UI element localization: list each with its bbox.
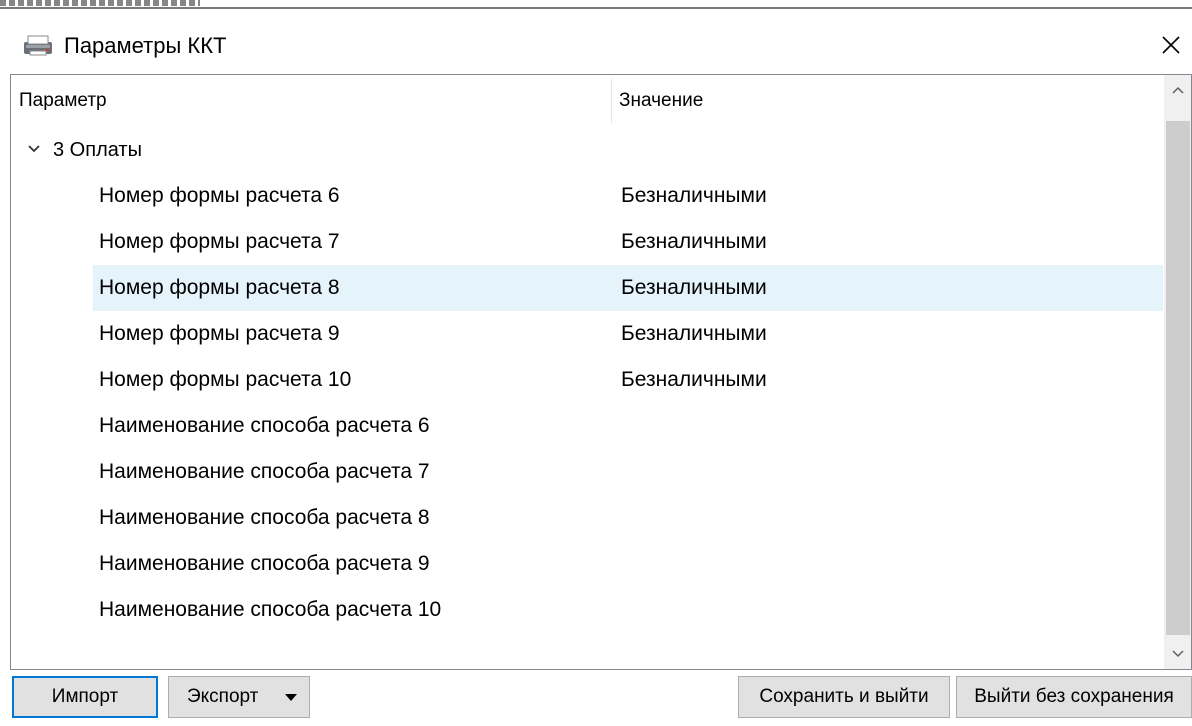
close-icon [1162, 36, 1180, 54]
row-name: Номер формы расчета 7 [99, 230, 340, 253]
column-separator[interactable] [611, 79, 612, 123]
chevron-up-icon [1172, 86, 1184, 94]
vertical-scrollbar[interactable] [1164, 75, 1191, 669]
window-top-edge [0, 0, 1192, 10]
grid-header: Параметр Значение [11, 75, 1164, 127]
column-header-value[interactable]: Значение [619, 75, 1159, 127]
chevron-down-icon[interactable] [27, 143, 41, 155]
group-row-payments[interactable]: 3 Оплаты [11, 127, 1164, 173]
row-name: Наименование способа расчета 10 [99, 598, 442, 621]
row-name: Наименование способа расчета 9 [99, 552, 430, 575]
column-header-parameter[interactable]: Параметр [19, 75, 609, 127]
window-top-border [0, 7, 1192, 9]
table-row[interactable]: Номер формы расчета 9 Безналичными [93, 311, 1163, 357]
dropdown-arrow-icon [285, 694, 297, 701]
row-name: Номер формы расчета 10 [99, 368, 352, 391]
row-value[interactable]: Безналичными [621, 311, 767, 357]
table-row[interactable]: Номер формы расчета 7 Безналичными [93, 219, 1163, 265]
scroll-up-button[interactable] [1164, 75, 1191, 105]
table-row[interactable]: Наименование способа расчета 10 [93, 587, 1163, 633]
chevron-down-icon [1172, 650, 1184, 658]
table-row[interactable]: Номер формы расчета 6 Безналичными [93, 173, 1163, 219]
table-row[interactable]: Наименование способа расчета 7 [93, 449, 1163, 495]
row-name: Номер формы расчета 8 [99, 276, 340, 299]
table-row[interactable]: Номер формы расчета 10 Безналичными [93, 357, 1163, 403]
window-title: Параметры ККТ [64, 33, 227, 58]
row-name: Наименование способа расчета 6 [99, 414, 430, 437]
exit-without-saving-button[interactable]: Выйти без сохранения [956, 676, 1192, 718]
printer-icon [24, 35, 52, 56]
table-row[interactable]: Наименование способа расчета 9 [93, 541, 1163, 587]
table-row[interactable]: Наименование способа расчета 6 [93, 403, 1163, 449]
row-name: Номер формы расчета 9 [99, 322, 340, 345]
row-name: Наименование способа расчета 7 [99, 460, 430, 483]
row-name: Номер формы расчета 6 [99, 184, 340, 207]
group-label: 3 Оплаты [53, 139, 142, 161]
table-row-selected[interactable]: Номер формы расчета 8 Безналичными [93, 265, 1163, 311]
row-value[interactable]: Безналичными [621, 265, 767, 311]
export-button[interactable]: Экспорт [168, 676, 310, 718]
background-window-fragment [0, 0, 200, 6]
table-row[interactable]: Наименование способа расчета 8 [93, 495, 1163, 541]
import-button[interactable]: Импорт [12, 676, 158, 718]
row-value[interactable]: Безналичными [621, 357, 767, 403]
row-value[interactable]: Безналичными [621, 219, 767, 265]
scroll-thumb[interactable] [1166, 121, 1190, 635]
row-value[interactable]: Безналичными [621, 173, 767, 219]
close-button[interactable] [1150, 24, 1192, 66]
scroll-down-button[interactable] [1164, 639, 1191, 669]
export-label: Экспорт [187, 686, 259, 707]
row-name: Наименование способа расчета 8 [99, 506, 430, 529]
title-bar: Параметры ККТ [0, 10, 1192, 68]
parameters-grid[interactable]: Параметр Значение 3 Оплаты Номер формы р… [10, 74, 1192, 670]
save-and-exit-button[interactable]: Сохранить и выйти [738, 676, 950, 718]
